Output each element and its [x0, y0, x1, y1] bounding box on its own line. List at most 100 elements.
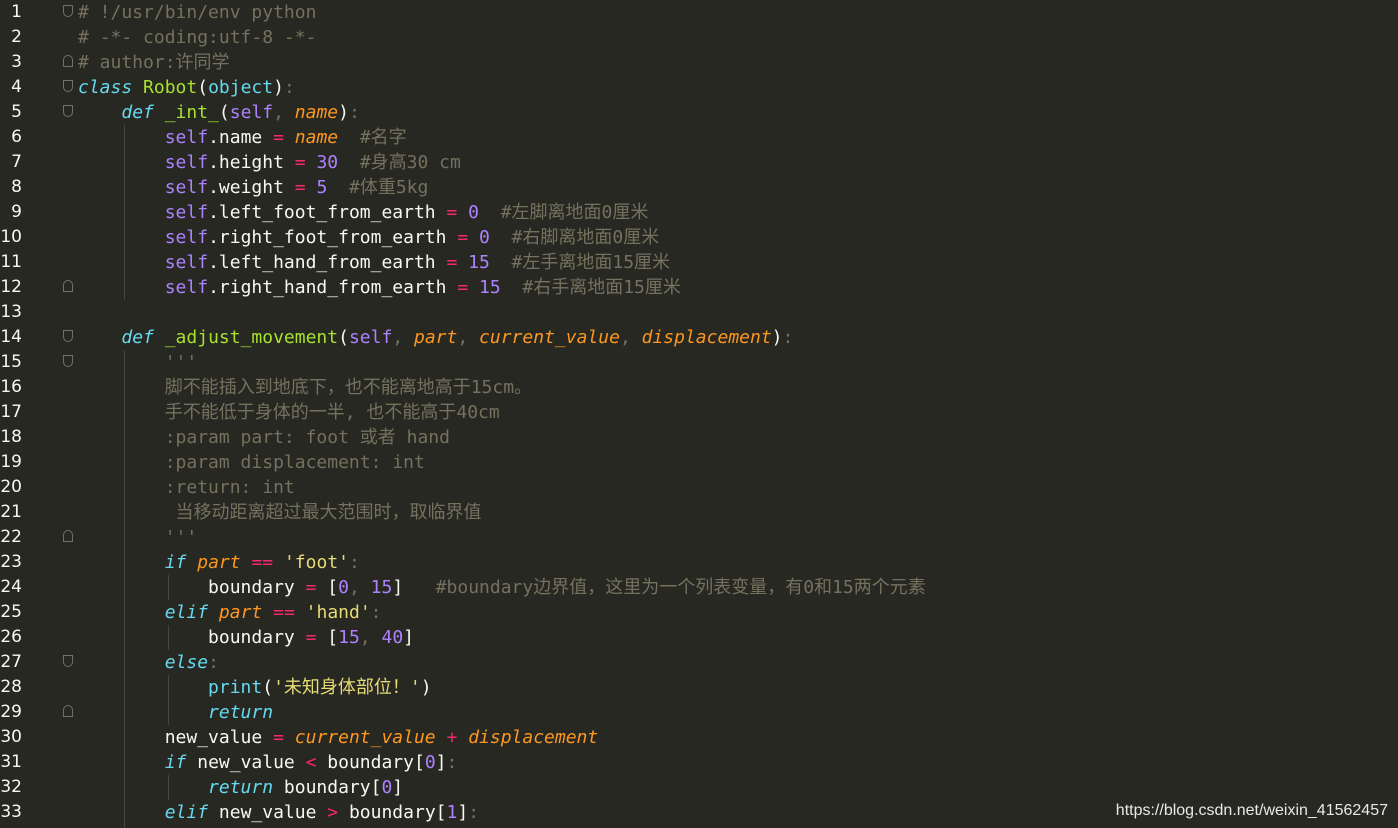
- code-line[interactable]: 3 # author:许同学: [0, 50, 1398, 75]
- code-line[interactable]: 2 # -*- coding:utf-8 -*-: [0, 25, 1398, 50]
- code-line[interactable]: 14 def _adjust_movement(self, part, curr…: [0, 325, 1398, 350]
- line-number: 16: [0, 377, 22, 397]
- code-line[interactable]: 13: [0, 300, 1398, 325]
- code-line[interactable]: 4 class Robot(object):: [0, 75, 1398, 100]
- code-editor[interactable]: 1 # !/usr/bin/env python 2 # -*- coding:utf…: [0, 0, 1398, 828]
- code-text: return: [78, 700, 273, 725]
- line-number: 19: [0, 452, 22, 472]
- code-line[interactable]: 19 :param displacement: int: [0, 450, 1398, 475]
- code-line[interactable]: 27 else:: [0, 650, 1398, 675]
- code-line[interactable]: 30 new_value = current_value + displacem…: [0, 725, 1398, 750]
- code-line[interactable]: 21 当移动距离超过最大范围时，取临界值: [0, 500, 1398, 525]
- code-line[interactable]: 6 self.name = name #名字: [0, 125, 1398, 150]
- line-number: 32: [0, 777, 22, 797]
- code-token: .weight: [208, 177, 295, 198]
- code-token: '未知身体部位！': [273, 677, 421, 698]
- code-token: .right_hand_from_earth: [208, 277, 458, 298]
- fold-marker-icon[interactable]: [63, 355, 73, 367]
- code-line[interactable]: 18 :param part: foot 或者 hand: [0, 425, 1398, 450]
- code-line[interactable]: 17 手不能低于身体的一半, 也不能高于40cm: [0, 400, 1398, 425]
- code-token: 5: [316, 177, 328, 198]
- code-token: boundary[: [273, 777, 382, 798]
- code-line[interactable]: 12 self.right_hand_from_earth = 15 #右手离地…: [0, 275, 1398, 300]
- code-line[interactable]: 25 elif part == 'hand':: [0, 600, 1398, 625]
- code-line[interactable]: 11 self.left_hand_from_earth = 15 #左手离地面…: [0, 250, 1398, 275]
- code-token: =: [457, 227, 469, 248]
- code-line[interactable]: 1 # !/usr/bin/env python: [0, 0, 1398, 25]
- code-token: 15: [479, 277, 501, 298]
- code-text: def _adjust_movement(self, part, current…: [78, 325, 793, 350]
- code-text: def _int_(self, name):: [78, 100, 360, 125]
- code-token: =: [305, 627, 317, 648]
- code-line[interactable]: 29 return: [0, 700, 1398, 725]
- fold-marker-icon[interactable]: [63, 55, 73, 67]
- fold-marker-icon[interactable]: [63, 530, 73, 542]
- code-line[interactable]: 23 if part == 'foot':: [0, 550, 1398, 575]
- code-token: self: [164, 202, 209, 223]
- code-token: return: [208, 702, 274, 723]
- code-token: ,: [359, 627, 382, 648]
- fold-marker-icon[interactable]: [63, 280, 73, 292]
- code-line[interactable]: 16 脚不能插入到地底下，也不能离地高于15cm。: [0, 375, 1398, 400]
- code-line[interactable]: 28 print('未知身体部位！'): [0, 675, 1398, 700]
- code-token: =: [273, 127, 284, 148]
- code-token: current_value: [294, 727, 436, 748]
- fold-marker-icon[interactable]: [63, 330, 73, 342]
- code-token: #右手离地面15厘米: [522, 277, 681, 298]
- fold-marker-icon[interactable]: [63, 80, 73, 92]
- code-line[interactable]: 5 def _int_(self, name):: [0, 100, 1398, 125]
- code-line[interactable]: 9 self.left_foot_from_earth = 0 #左脚离地面0厘…: [0, 200, 1398, 225]
- code-token: 0: [381, 777, 393, 798]
- code-line[interactable]: 26 boundary = [15, 40]: [0, 625, 1398, 650]
- code-token: 'foot': [283, 552, 349, 573]
- code-line[interactable]: 32 return boundary[0]: [0, 775, 1398, 800]
- code-line[interactable]: 10 self.right_foot_from_earth = 0 #右脚离地面…: [0, 225, 1398, 250]
- code-line[interactable]: 8 self.weight = 5 #体重5kg: [0, 175, 1398, 200]
- line-number: 21: [0, 502, 22, 522]
- code-token: #名字: [359, 127, 407, 148]
- code-token: .height: [208, 152, 295, 173]
- code-token: 0: [468, 202, 480, 223]
- line-number: 22: [0, 527, 22, 547]
- code-token: 0: [424, 752, 436, 773]
- code-token: ): [420, 677, 432, 698]
- line-number: 29: [0, 702, 22, 722]
- code-token: :: [370, 602, 382, 623]
- code-token: .name: [208, 127, 274, 148]
- code-token: :: [349, 102, 360, 123]
- code-token: >: [327, 802, 339, 823]
- code-token: :return: int: [164, 477, 295, 498]
- code-token: def: [121, 327, 154, 348]
- fold-marker-icon[interactable]: [63, 655, 73, 667]
- line-number: 11: [0, 252, 22, 272]
- code-line[interactable]: 24 boundary = [0, 15] #boundary边界值，这里为一个…: [0, 575, 1398, 600]
- code-line[interactable]: 15 ''': [0, 350, 1398, 375]
- fold-marker-icon[interactable]: [63, 705, 73, 717]
- code-token: self: [164, 277, 209, 298]
- fold-marker-icon[interactable]: [63, 5, 73, 17]
- code-line[interactable]: 7 self.height = 30 #身高30 cm: [0, 150, 1398, 175]
- code-line[interactable]: 31 if new_value < boundary[0]:: [0, 750, 1398, 775]
- code-line[interactable]: 20 :return: int: [0, 475, 1398, 500]
- line-number: 12: [0, 277, 22, 297]
- code-token: (: [197, 77, 209, 98]
- line-number: 14: [0, 327, 22, 347]
- code-line[interactable]: 22 ''': [0, 525, 1398, 550]
- code-token: ,: [619, 327, 642, 348]
- fold-marker-icon[interactable]: [63, 105, 73, 117]
- code-text: elif part == 'hand':: [78, 600, 382, 625]
- code-token: +: [446, 727, 458, 748]
